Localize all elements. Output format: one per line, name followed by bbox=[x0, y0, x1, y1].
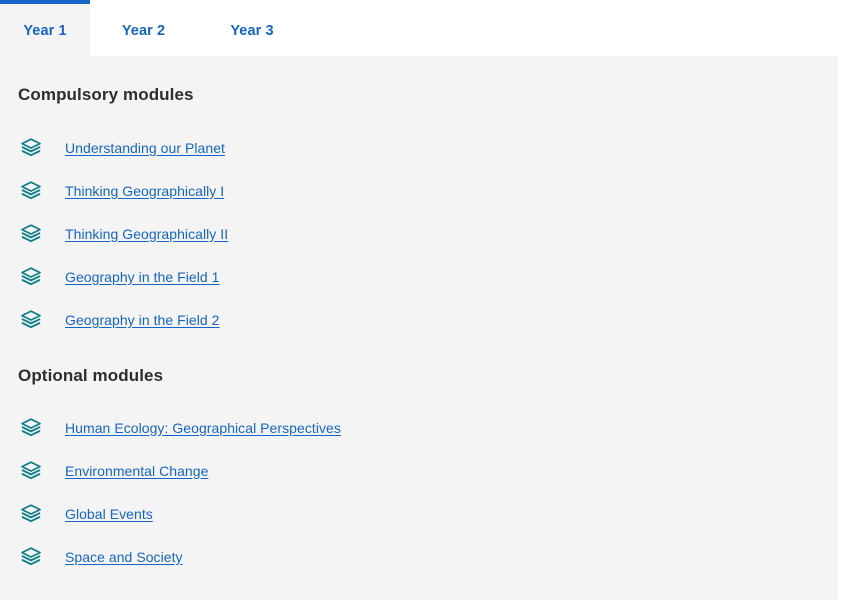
list-item[interactable]: Environmental Change bbox=[0, 449, 838, 492]
list-item[interactable]: Human Ecology: Geographical Perspectives bbox=[0, 406, 838, 449]
tab-year-1-label: Year 1 bbox=[23, 22, 67, 39]
list-item[interactable]: Thinking Geographically I bbox=[0, 169, 838, 212]
layers-icon bbox=[20, 266, 42, 288]
compulsory-module-list: Understanding our Planet Thinking Geogra… bbox=[0, 126, 838, 341]
list-item[interactable]: Thinking Geographically II bbox=[0, 212, 838, 255]
layers-icon bbox=[20, 417, 42, 439]
layers-icon bbox=[20, 309, 42, 331]
list-item[interactable]: Understanding our Planet bbox=[0, 126, 838, 169]
module-link[interactable]: Geography in the Field 2 bbox=[65, 312, 220, 328]
tab-year-1[interactable]: Year 1 bbox=[0, 0, 90, 56]
tab-year-2[interactable]: Year 2 bbox=[90, 0, 197, 56]
list-item[interactable]: Geography in the Field 1 bbox=[0, 255, 838, 298]
module-link[interactable]: Environmental Change bbox=[65, 463, 208, 479]
tab-year-2-label: Year 2 bbox=[121, 22, 166, 39]
module-listing-page: Year 1 Year 2 Year 3 Compulsory modules bbox=[0, 0, 841, 607]
module-link[interactable]: Human Ecology: Geographical Perspectives bbox=[65, 420, 341, 436]
module-link[interactable]: Space and Society bbox=[65, 549, 183, 565]
module-link[interactable]: Thinking Geographically I bbox=[65, 183, 224, 199]
tab-year-3[interactable]: Year 3 bbox=[197, 0, 307, 56]
module-link[interactable]: Understanding our Planet bbox=[65, 140, 225, 156]
layers-icon bbox=[20, 137, 42, 159]
layers-icon bbox=[20, 503, 42, 525]
tab-year-3-label: Year 3 bbox=[230, 22, 274, 39]
layers-icon bbox=[20, 460, 42, 482]
compulsory-modules-heading: Compulsory modules bbox=[18, 85, 194, 104]
module-link[interactable]: Thinking Geographically II bbox=[65, 226, 228, 242]
tab-panel-year-1: Compulsory modules Understanding our Pla… bbox=[0, 56, 838, 600]
year-tab-bar: Year 1 Year 2 Year 3 bbox=[0, 0, 841, 56]
list-item[interactable]: Space and Society bbox=[0, 535, 838, 578]
optional-modules-heading: Optional modules bbox=[18, 366, 164, 385]
optional-module-list: Human Ecology: Geographical Perspectives… bbox=[0, 406, 838, 578]
layers-icon bbox=[20, 223, 42, 245]
list-item[interactable]: Global Events bbox=[0, 492, 838, 535]
module-link[interactable]: Global Events bbox=[65, 506, 153, 522]
list-item[interactable]: Geography in the Field 2 bbox=[0, 298, 838, 341]
layers-icon bbox=[20, 546, 42, 568]
module-link[interactable]: Geography in the Field 1 bbox=[65, 269, 220, 285]
layers-icon bbox=[20, 180, 42, 202]
